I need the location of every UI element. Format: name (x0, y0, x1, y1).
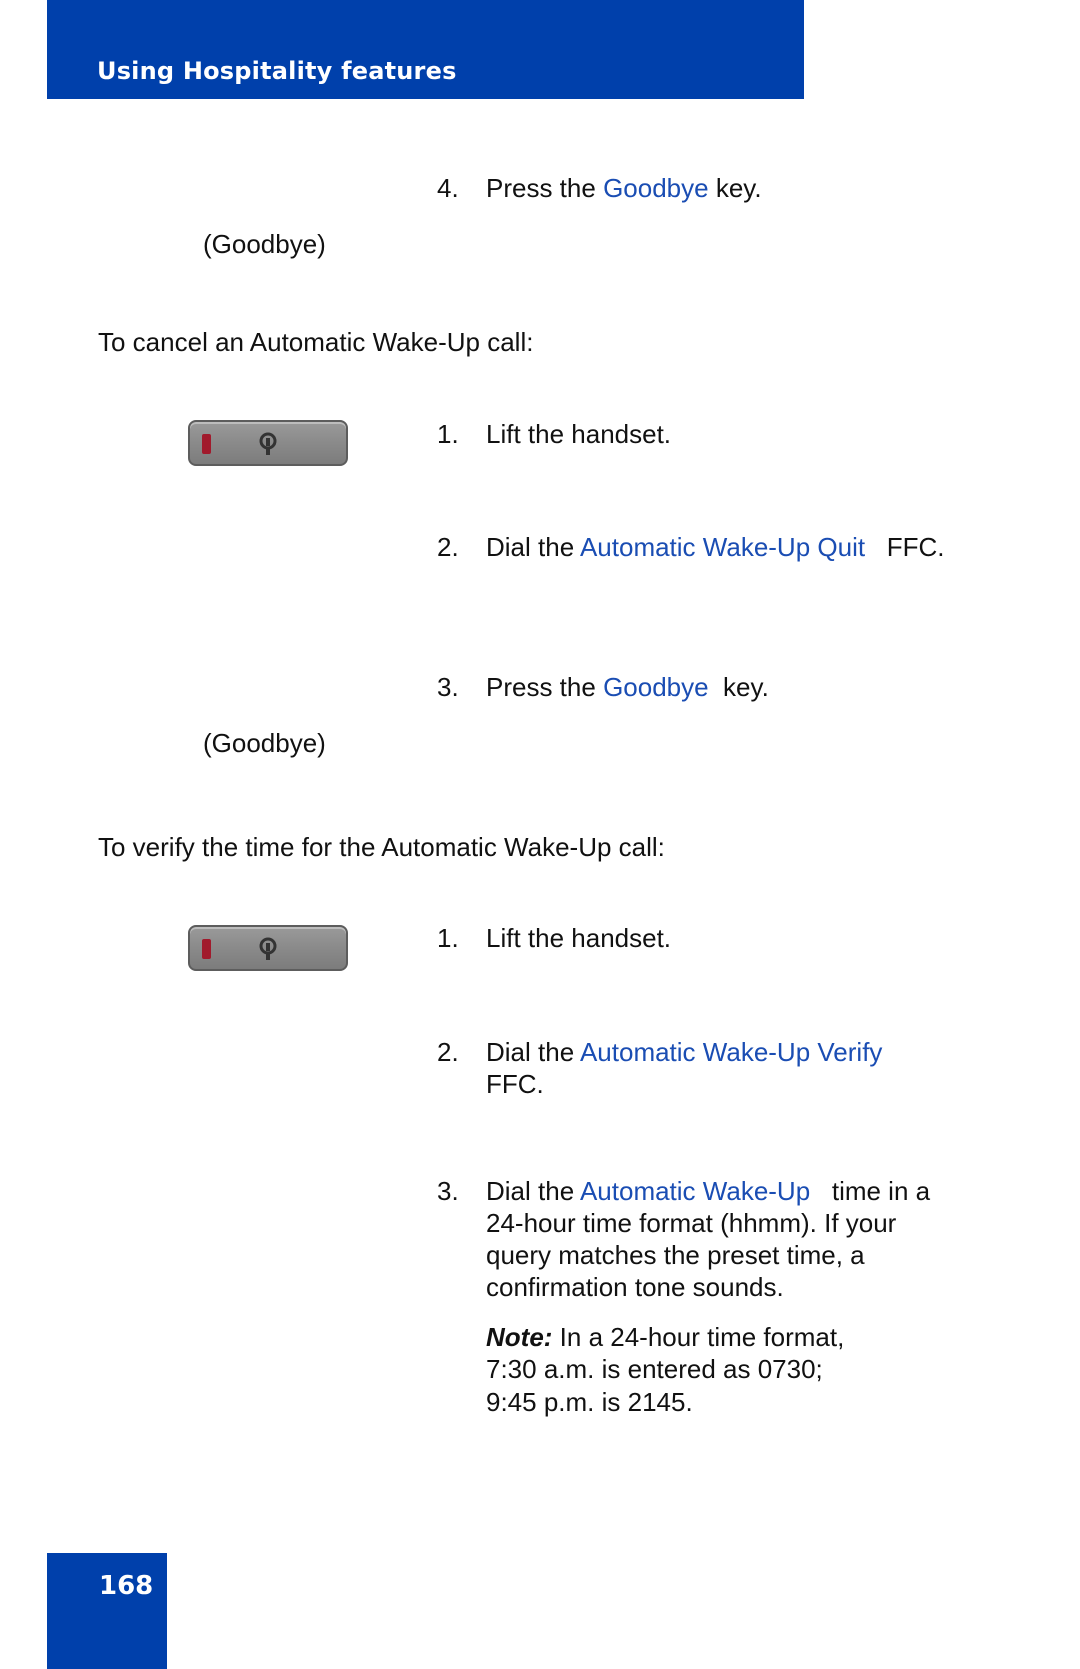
step-number: 3. (437, 1176, 459, 1206)
led-indicator-icon (202, 939, 211, 959)
goodbye-key-label: (Goodbye) (203, 728, 326, 758)
step-text-line3: query matches the preset time, a (486, 1240, 865, 1270)
led-indicator-icon (202, 434, 211, 454)
headset-icon (259, 432, 277, 455)
step-number: 3. (437, 672, 459, 702)
step-text-line2: FFC. (486, 1069, 544, 1099)
handset-key-icon (188, 925, 348, 971)
chapter-title: Using Hospitality features (97, 57, 457, 85)
goodbye-key-link[interactable]: Goodbye (603, 173, 709, 203)
step-text: Press the Goodbye key. (486, 172, 762, 204)
wakeup-link[interactable]: Automatic Wake-Up (580, 1176, 810, 1206)
step-text-post: time in a (810, 1176, 931, 1206)
cancel-intro: To cancel an Automatic Wake-Up call: (98, 327, 534, 357)
step-text: Press the Goodbye key. (486, 671, 769, 703)
step-text: Dial the Automatic Wake-Up time in a (486, 1175, 930, 1207)
step-text-post: key. (708, 173, 762, 203)
page-number-box: 168 (47, 1553, 167, 1669)
wakeup-verify-link[interactable]: Automatic Wake-Up Verify (580, 1037, 882, 1067)
wakeup-quit-link[interactable]: Automatic Wake-Up Quit (580, 532, 865, 562)
step-text-line2: 24-hour time format (hhmm). If your (486, 1208, 897, 1238)
step-number: 1. (437, 923, 459, 953)
step-text-pre: Dial the (486, 1176, 580, 1206)
step-text: Lift the handset. (486, 923, 672, 953)
note-line1: In a 24-hour time format, (552, 1322, 845, 1352)
goodbye-key-label: (Goodbye) (203, 229, 326, 259)
note-text: Note: In a 24-hour time format, (486, 1321, 844, 1353)
note-line2: 7:30 a.m. is entered as 0730; (486, 1354, 823, 1384)
step-text-pre: Dial the (486, 1037, 580, 1067)
step-text-line4: confirmation tone sounds. (486, 1272, 784, 1302)
step-text-post: FFC. (865, 532, 945, 562)
page-header-bar: Using Hospitality features (47, 0, 804, 99)
step-text-pre: Dial the (486, 532, 580, 562)
step-number: 2. (437, 532, 459, 562)
step-number: 4. (437, 173, 459, 203)
step-text-pre: Press the (486, 173, 604, 203)
verify-intro: To verify the time for the Automatic Wak… (98, 832, 665, 862)
note-label: Note: (486, 1322, 553, 1352)
step-number: 1. (437, 419, 459, 449)
step-text: Dial the Automatic Wake-Up Quit FFC. (486, 531, 945, 563)
step-text-pre: Press the (486, 672, 604, 702)
step-text-post: key. (708, 672, 769, 702)
note-line3: 9:45 p.m. is 2145. (486, 1387, 693, 1417)
step-text: Lift the handset. (486, 419, 672, 449)
goodbye-key-link[interactable]: Goodbye (603, 672, 709, 702)
step-number: 2. (437, 1037, 459, 1067)
handset-key-icon (188, 420, 348, 466)
headset-icon (259, 937, 277, 960)
step-text: Dial the Automatic Wake-Up Verify (486, 1036, 882, 1068)
page-number: 168 (99, 1571, 154, 1601)
